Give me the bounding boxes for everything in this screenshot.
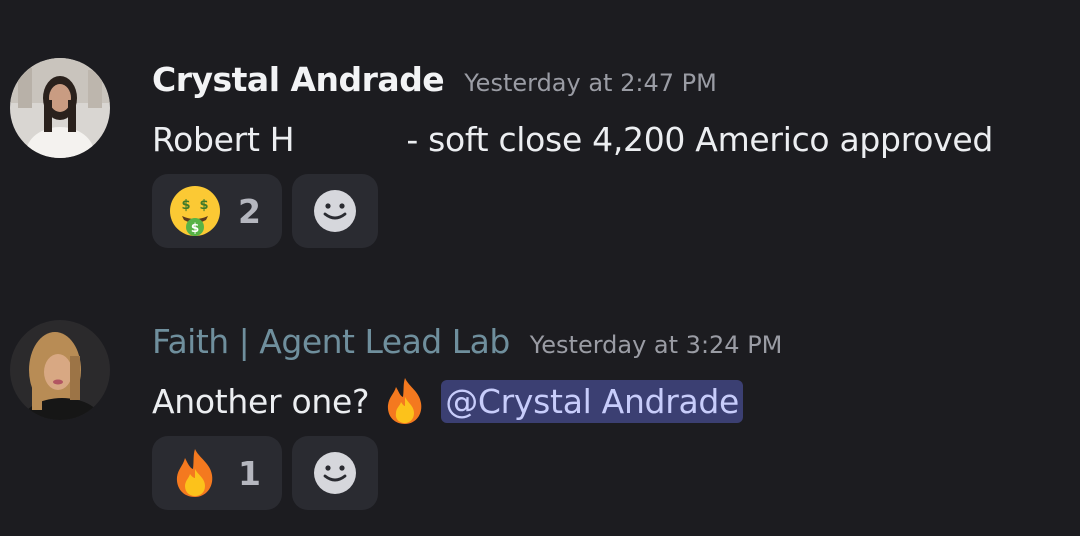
message-content: Robert H - soft close 4,200 Americo appro…	[152, 116, 993, 162]
user-mention[interactable]: @Crystal Andrade	[441, 379, 744, 423]
chat-message-list: Crystal Andrade Yesterday at 2:47 PM Rob…	[0, 0, 1080, 536]
reaction-fire[interactable]: 1	[152, 436, 282, 510]
reaction-money-mouth[interactable]: $ $ $ 2	[152, 174, 282, 248]
message-text-end: - soft close 4,200 Americo approved	[406, 119, 994, 159]
message-text-start: Robert H	[152, 119, 295, 159]
message-header: Faith | Agent Lead Lab Yesterday at 3:24…	[152, 322, 782, 366]
avatar[interactable]	[10, 320, 110, 420]
svg-text:$: $	[199, 198, 208, 213]
username[interactable]: Crystal Andrade	[152, 60, 445, 99]
message-header: Crystal Andrade Yesterday at 2:47 PM	[152, 60, 717, 104]
svg-text:$: $	[181, 198, 190, 213]
timestamp: Yesterday at 2:47 PM	[464, 69, 717, 97]
avatar-image	[10, 320, 110, 420]
add-reaction-button[interactable]	[292, 436, 378, 510]
avatar[interactable]	[10, 58, 110, 158]
add-reaction-button[interactable]	[292, 174, 378, 248]
message-content: Another one? @Crystal Andrade	[152, 375, 744, 427]
reaction-bar: 1	[152, 436, 378, 510]
add-reaction-smiley-icon	[314, 452, 356, 494]
add-reaction-smiley-icon	[314, 190, 356, 232]
username[interactable]: Faith | Agent Lead Lab	[152, 322, 510, 361]
reaction-count: 2	[238, 191, 261, 231]
avatar-image	[10, 58, 110, 158]
reaction-bar: $ $ $ 2	[152, 174, 378, 248]
message-text: Another one?	[152, 381, 370, 421]
money-mouth-face-icon: $ $ $	[168, 184, 222, 238]
reaction-count: 1	[238, 453, 261, 493]
fire-icon	[168, 446, 222, 500]
svg-text:$: $	[191, 221, 199, 235]
fire-icon	[379, 375, 431, 427]
redacted-region	[294, 119, 407, 159]
timestamp: Yesterday at 3:24 PM	[529, 331, 783, 359]
